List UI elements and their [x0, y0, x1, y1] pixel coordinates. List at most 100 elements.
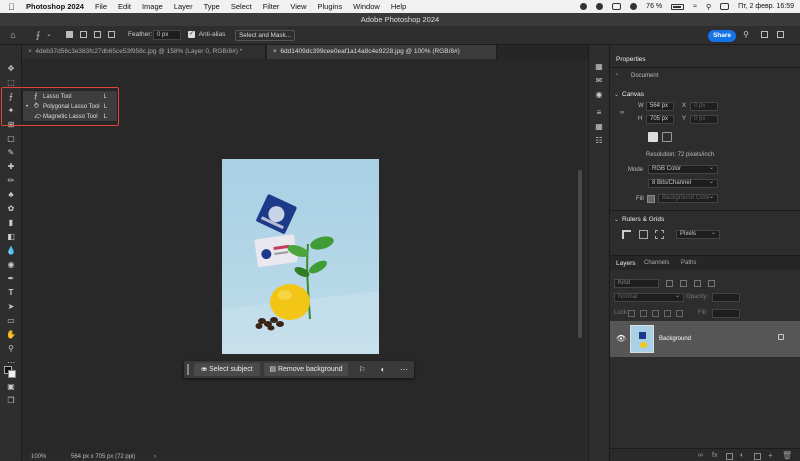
eye-icon[interactable]: 👁	[616, 334, 626, 343]
zoom-tool-icon[interactable]: ⚲	[4, 343, 18, 355]
select-subject-button[interactable]: ⛂ Select subject	[194, 363, 260, 376]
properties-title[interactable]: Properties	[616, 56, 646, 63]
status-icon-1[interactable]	[580, 3, 588, 10]
subtract-selection-icon[interactable]	[94, 31, 101, 38]
fx-icon[interactable]: fx	[712, 452, 717, 459]
chevron-down-icon[interactable]: ⌄	[46, 29, 52, 41]
link-layers-icon[interactable]: ∞	[698, 452, 703, 459]
hand-tool-icon[interactable]: ✋	[4, 329, 18, 341]
healing-brush-icon[interactable]: ✚	[4, 161, 18, 173]
filter-adjust-icon[interactable]	[680, 280, 687, 287]
chevron-down-icon[interactable]: ⌄	[614, 216, 619, 223]
spotlight-icon[interactable]: ⚲	[706, 3, 711, 11]
filter-type-icon[interactable]	[694, 280, 701, 287]
status-icon-4[interactable]	[630, 3, 638, 10]
libraries-icon[interactable]: ▦	[592, 121, 606, 133]
menu-help[interactable]: Help	[391, 2, 406, 11]
battery-icon[interactable]	[671, 3, 685, 10]
height-input[interactable]: 705 px	[646, 115, 674, 124]
document-image[interactable]	[222, 159, 379, 354]
menu-image[interactable]: Image	[142, 2, 163, 11]
apple-icon[interactable]: 	[8, 2, 20, 12]
landscape-icon[interactable]	[662, 132, 672, 142]
new-layer-icon[interactable]: +	[768, 451, 773, 460]
drag-handle-icon[interactable]	[187, 364, 189, 375]
menu-select[interactable]: Select	[231, 2, 252, 11]
zoom-level[interactable]: 100%	[31, 454, 46, 461]
vertical-scrollbar[interactable]	[578, 170, 582, 338]
mask-icon[interactable]	[726, 453, 733, 460]
status-icon-3[interactable]	[612, 3, 622, 10]
ruler-icon[interactable]	[622, 230, 631, 239]
width-input[interactable]: 564 px	[646, 102, 674, 111]
dodge-tool-icon[interactable]: ◉	[4, 259, 18, 271]
tab-close-icon[interactable]: ×	[273, 48, 277, 55]
battery-percent[interactable]: 76 %	[646, 3, 662, 10]
units-select[interactable]: Pixels	[676, 230, 720, 239]
menu-app-name[interactable]: Photoshop 2024	[26, 2, 84, 11]
eyedropper-tool-icon[interactable]: ✎	[4, 147, 18, 159]
share-button[interactable]: Share	[708, 30, 736, 42]
menu-filter[interactable]: Filter	[263, 2, 280, 11]
workspace-icon[interactable]	[761, 31, 768, 38]
status-icon-2[interactable]	[596, 3, 604, 10]
lasso-tool-preset-icon[interactable]: ⨍	[30, 29, 46, 41]
adjustment-layer-icon[interactable]: ◐	[740, 452, 744, 459]
rectangle-tool-icon[interactable]: ▭	[4, 315, 18, 327]
eraser-tool-icon[interactable]: ▮	[4, 217, 18, 229]
transform-icon[interactable]: ⚐	[356, 363, 368, 376]
trash-icon[interactable]: 🗑	[782, 451, 792, 460]
more-options-icon[interactable]: ⋯	[398, 363, 410, 376]
type-tool-icon[interactable]: T	[4, 287, 18, 299]
guides-icon[interactable]	[655, 230, 664, 239]
lock-pixels-icon[interactable]	[640, 310, 647, 317]
filter-shape-icon[interactable]	[708, 280, 715, 287]
quick-mask-icon[interactable]: ▣	[4, 381, 18, 393]
add-selection-icon[interactable]	[80, 31, 87, 38]
new-selection-icon[interactable]	[66, 31, 73, 38]
tab-channels[interactable]: Channels	[644, 260, 669, 266]
lock-position-icon[interactable]	[652, 310, 659, 317]
menu-layer[interactable]: Layer	[174, 2, 193, 11]
pen-tool-icon[interactable]: ✒	[4, 273, 18, 285]
layer-row-background[interactable]: 👁 Background	[610, 321, 800, 357]
menu-view[interactable]: View	[290, 2, 306, 11]
chevron-down-icon[interactable]: ⌄	[614, 91, 619, 98]
rulers-grids-title[interactable]: Rulers & Grids	[622, 216, 664, 223]
arrange-icon[interactable]	[777, 31, 784, 38]
menu-window[interactable]: Window	[353, 2, 380, 11]
fill-swatch[interactable]	[647, 195, 655, 203]
portrait-icon[interactable]	[648, 132, 658, 142]
move-tool-icon[interactable]: ✥	[4, 63, 18, 75]
tab-document-1[interactable]: × 4deb37d56c3e383fc27db65ce53f958c.jpg @…	[22, 45, 266, 59]
color-icon[interactable]: ◉	[592, 89, 606, 101]
chevron-right-icon[interactable]: ›	[154, 454, 156, 461]
lock-artboard-icon[interactable]	[664, 310, 671, 317]
menu-edit[interactable]: Edit	[118, 2, 131, 11]
brush-tool-icon[interactable]: ✏	[4, 175, 18, 187]
tab-close-icon[interactable]: ×	[28, 48, 32, 55]
lock-transparency-icon[interactable]	[628, 310, 635, 317]
link-icon[interactable]: ∞	[620, 110, 624, 116]
group-icon[interactable]	[754, 453, 761, 460]
tab-document-2[interactable]: × 6dd1409dc399cee0eaf1a14a8c4e9228.jpg @…	[267, 45, 497, 59]
fill-select[interactable]: Background Color	[658, 194, 718, 203]
history-brush-icon[interactable]: ✿	[4, 203, 18, 215]
tab-layers[interactable]: Layers	[616, 260, 636, 267]
antialias-checkbox[interactable]: ✓	[188, 31, 195, 38]
feather-input[interactable]: 0 px	[153, 30, 181, 40]
bit-depth-select[interactable]: 8 Bits/Channel	[648, 179, 718, 188]
swatches-icon[interactable]: ☷	[592, 135, 606, 147]
search-icon[interactable]: ⚲	[741, 29, 751, 41]
lock-all-icon[interactable]	[676, 310, 683, 317]
gradient-tool-icon[interactable]: ◧	[4, 231, 18, 243]
filter-pixel-icon[interactable]	[666, 280, 673, 287]
fill-opacity-input[interactable]	[712, 309, 740, 318]
clock[interactable]: Пт, 2 февр. 16:59	[738, 3, 794, 10]
adjustment-icon[interactable]: ◐	[377, 363, 389, 376]
clone-stamp-icon[interactable]: ♣	[4, 189, 18, 201]
layer-name[interactable]: Background	[659, 336, 691, 342]
blend-mode-select[interactable]: Normal	[614, 293, 684, 302]
menu-file[interactable]: File	[95, 2, 107, 11]
adjustments-icon[interactable]: ≡	[592, 107, 606, 119]
